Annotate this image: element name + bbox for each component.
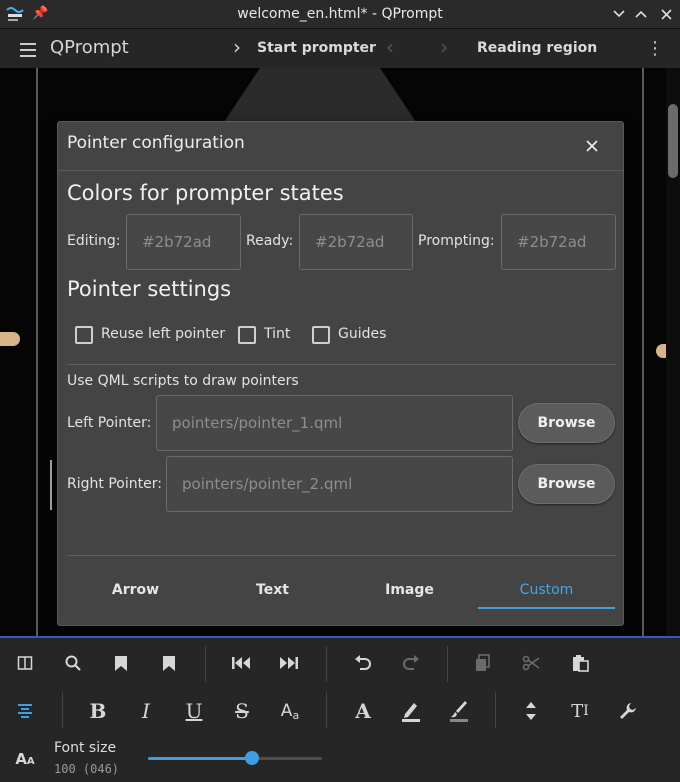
toolbar-separator bbox=[205, 646, 206, 682]
toolbar-separator bbox=[447, 646, 448, 682]
text-size-icon[interactable]: TI bbox=[567, 698, 593, 724]
subscript-icon[interactable]: Aa bbox=[277, 698, 303, 724]
bookmark-icon[interactable] bbox=[156, 650, 182, 676]
text-cursor-guide bbox=[50, 460, 54, 510]
editor-toolbar: B I U S Aa A TI AA Font size 100 (046) bbox=[0, 636, 680, 782]
dialog-title: Pointer configuration bbox=[67, 133, 245, 153]
right-margin-line bbox=[642, 68, 644, 636]
tabs-divider bbox=[67, 555, 616, 556]
tint-checkbox[interactable] bbox=[238, 326, 256, 344]
prompter-scrollbar[interactable] bbox=[666, 68, 680, 636]
font-icon[interactable]: A bbox=[350, 698, 376, 724]
font-size-label: Font size bbox=[54, 740, 117, 756]
undo-icon[interactable] bbox=[350, 650, 376, 676]
chevron-left-icon[interactable]: ‹ bbox=[386, 35, 394, 59]
prompting-label: Prompting: bbox=[418, 233, 495, 249]
highlight-brush-icon[interactable] bbox=[446, 698, 472, 724]
split-view-icon[interactable] bbox=[12, 650, 38, 676]
add-bookmark-icon[interactable] bbox=[108, 650, 134, 676]
chevron-down-icon bbox=[613, 10, 625, 18]
align-center-icon[interactable] bbox=[12, 698, 38, 724]
tab-text[interactable]: Text bbox=[204, 570, 341, 610]
active-tab-indicator bbox=[478, 607, 615, 609]
left-pointer-label: Left Pointer: bbox=[67, 415, 152, 431]
maximize-button[interactable] bbox=[630, 3, 652, 25]
divider bbox=[67, 364, 616, 365]
bold-icon[interactable]: B bbox=[85, 698, 111, 724]
dialog-header: Pointer configuration bbox=[58, 122, 623, 171]
redo-icon[interactable] bbox=[398, 650, 424, 676]
app-name: QPrompt bbox=[50, 37, 129, 58]
close-icon bbox=[586, 140, 598, 152]
strikethrough-icon[interactable]: S bbox=[229, 698, 255, 724]
previous-marker-icon[interactable] bbox=[228, 650, 254, 676]
pointer-settings-heading: Pointer settings bbox=[67, 277, 232, 301]
wrench-icon[interactable] bbox=[615, 698, 641, 724]
guides-checkbox[interactable] bbox=[312, 326, 330, 344]
editing-label: Editing: bbox=[67, 233, 121, 249]
ready-label: Ready: bbox=[246, 233, 294, 249]
left-pointer-path-field[interactable]: pointers/pointer_1.qml bbox=[156, 395, 513, 451]
left-margin-line bbox=[36, 68, 38, 636]
reading-region-button[interactable]: Reading region bbox=[477, 40, 597, 56]
pointer-config-dialog: Pointer configuration Colors for prompte… bbox=[57, 121, 624, 626]
close-icon bbox=[660, 8, 672, 20]
font-size-slider[interactable] bbox=[148, 751, 322, 765]
colors-heading: Colors for prompter states bbox=[67, 181, 344, 205]
hamburger-menu-icon[interactable] bbox=[20, 43, 36, 57]
scrollbar-thumb[interactable] bbox=[668, 104, 678, 178]
font-size-value: 100 (046) bbox=[54, 762, 120, 776]
prompting-color-field[interactable]: #2b72ad bbox=[501, 214, 616, 270]
slider-handle[interactable] bbox=[245, 751, 260, 765]
app-header: QPrompt › Start prompter ‹ › Reading reg… bbox=[0, 29, 680, 68]
cut-icon[interactable] bbox=[518, 650, 544, 676]
font-size-icon: AA bbox=[15, 750, 35, 768]
copy-icon[interactable] bbox=[470, 650, 496, 676]
tint-label: Tint bbox=[264, 326, 291, 342]
italic-icon[interactable]: I bbox=[133, 698, 159, 724]
text-color-icon[interactable] bbox=[398, 698, 424, 724]
left-browse-button[interactable]: Browse bbox=[518, 403, 615, 443]
search-icon[interactable] bbox=[60, 650, 86, 676]
underline-icon[interactable]: U bbox=[181, 698, 207, 724]
toolbar-separator bbox=[326, 646, 327, 682]
start-prompter-button[interactable]: Start prompter bbox=[257, 40, 376, 56]
close-window-button[interactable] bbox=[655, 3, 677, 25]
chevron-right-dim-icon[interactable]: › bbox=[440, 35, 448, 59]
tab-custom[interactable]: Custom bbox=[478, 570, 615, 610]
line-height-icon[interactable] bbox=[518, 698, 544, 724]
left-pointer-shape bbox=[0, 332, 20, 346]
toolbar-separator bbox=[62, 692, 63, 728]
window-titlebar: 📌 welcome_en.html* - QPrompt bbox=[0, 0, 680, 29]
reuse-left-pointer-label: Reuse left pointer bbox=[101, 326, 226, 342]
reading-region-shape bbox=[220, 68, 420, 128]
chevron-right-icon: › bbox=[233, 35, 241, 59]
right-browse-button[interactable]: Browse bbox=[518, 464, 615, 504]
window-menu-button[interactable] bbox=[608, 3, 630, 25]
slider-fill bbox=[148, 757, 253, 760]
ready-color-field[interactable]: #2b72ad bbox=[299, 214, 413, 270]
tab-image[interactable]: Image bbox=[341, 570, 478, 610]
right-pointer-path-field[interactable]: pointers/pointer_2.qml bbox=[166, 456, 513, 512]
toolbar-separator bbox=[495, 692, 496, 728]
dialog-close-button[interactable] bbox=[580, 134, 604, 158]
next-marker-icon[interactable] bbox=[276, 650, 302, 676]
editing-color-field[interactable]: #2b72ad bbox=[126, 214, 241, 270]
more-options-icon[interactable]: ⋮ bbox=[646, 38, 664, 59]
guides-label: Guides bbox=[338, 326, 387, 342]
tab-arrow[interactable]: Arrow bbox=[67, 570, 204, 610]
window-title: welcome_en.html* - QPrompt bbox=[237, 6, 443, 22]
qml-note: Use QML scripts to draw pointers bbox=[67, 373, 299, 389]
right-pointer-label: Right Pointer: bbox=[67, 476, 162, 492]
toolbar-separator bbox=[326, 692, 327, 728]
reuse-left-pointer-checkbox[interactable] bbox=[75, 326, 93, 344]
chevron-up-icon bbox=[635, 10, 647, 18]
paste-icon[interactable] bbox=[567, 650, 593, 676]
